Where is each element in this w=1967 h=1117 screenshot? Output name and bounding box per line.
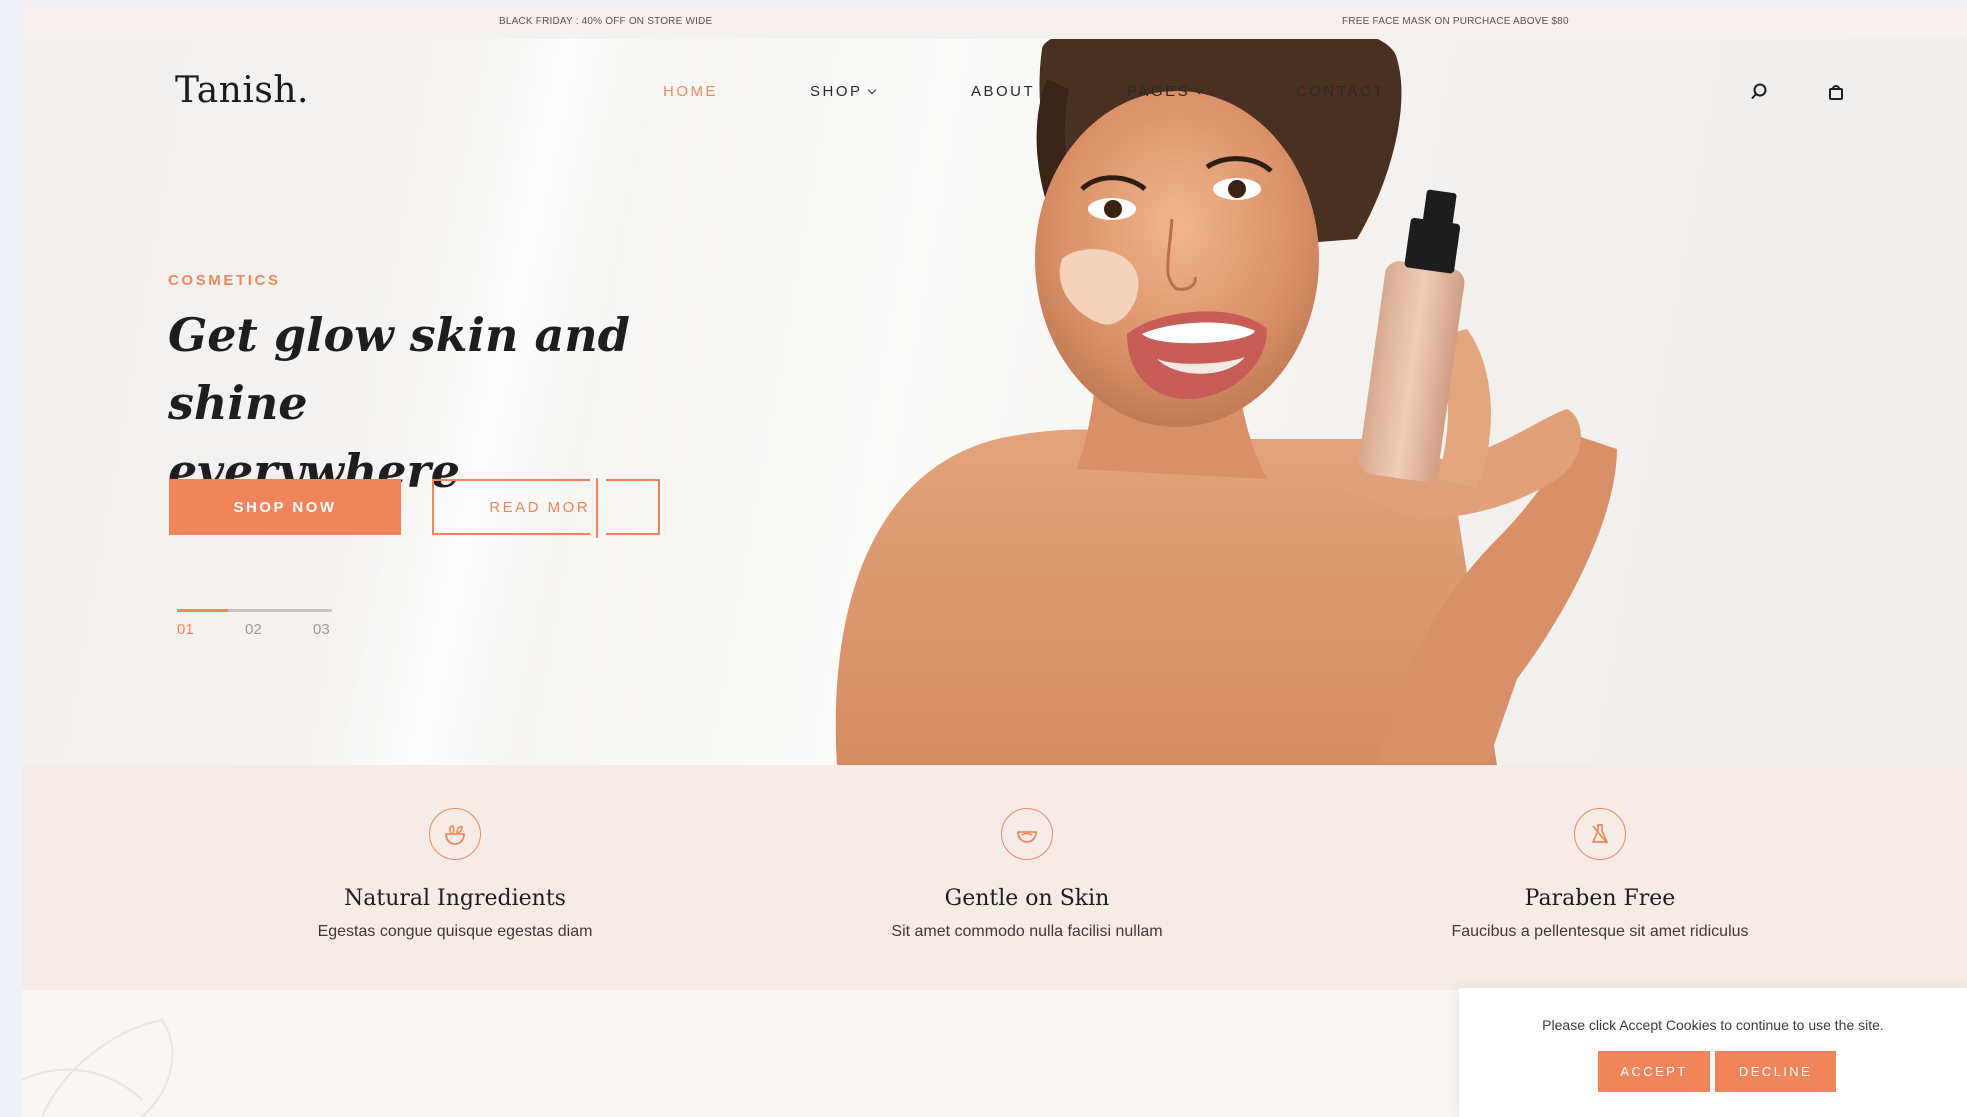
slider-progress xyxy=(177,609,229,612)
feature-paraben-free: Paraben Free Faucibus a pellentesque sit… xyxy=(1340,765,1860,990)
cookie-message: Please click Accept Cookies to continue … xyxy=(1542,1017,1884,1033)
shopping-bag-icon[interactable] xyxy=(1826,82,1846,102)
nav-contact-label: CONTACT xyxy=(1296,83,1385,100)
features-band: Natural Ingredients Egestas congue quisq… xyxy=(22,765,1967,990)
read-more-label: READ MORE xyxy=(489,498,603,516)
slide-dot-1[interactable]: 01 xyxy=(177,621,194,638)
bowl-of-herbs-icon xyxy=(429,808,481,860)
hero-eyebrow: COSMETICS xyxy=(168,272,281,289)
slider-pagination: 01 02 03 xyxy=(177,609,337,639)
announcement-right: FREE FACE MASK ON PURCHACE ABOVE $80 xyxy=(1342,16,1569,27)
nav-home-label: HOME xyxy=(663,83,718,100)
feature-title: Gentle on Skin xyxy=(944,886,1110,911)
feature-gentle-on-skin: Gentle on Skin Sit amet commodo nulla fa… xyxy=(767,765,1287,990)
nav-contact[interactable]: CONTACT xyxy=(1296,83,1385,100)
leaf-in-bowl-icon xyxy=(1001,808,1053,860)
read-more-button[interactable]: READ MORE xyxy=(432,478,660,538)
hero-headline-line1: Get glow skin and shine xyxy=(168,308,630,430)
feature-description: Sit amet commodo nulla facilisi nullam xyxy=(891,923,1163,940)
search-icon[interactable] xyxy=(1749,82,1769,102)
nav-pages[interactable]: PAGES xyxy=(1127,83,1204,100)
no-chemical-flask-icon xyxy=(1574,808,1626,860)
decline-cookies-button[interactable]: DECLINE xyxy=(1715,1051,1836,1092)
cookie-banner: Please click Accept Cookies to continue … xyxy=(1459,988,1967,1117)
page: BLACK FRIDAY : 40% OFF ON STORE WIDE FRE… xyxy=(22,6,1967,1117)
nav-shop-label: SHOP xyxy=(810,83,863,100)
main-nav: HOME SHOP ABOUT PAGES CONTACT xyxy=(22,83,1967,103)
feature-title: Paraben Free xyxy=(1524,886,1676,911)
button-border-accent xyxy=(596,478,598,538)
slide-dot-2[interactable]: 02 xyxy=(245,621,262,638)
nav-about[interactable]: ABOUT xyxy=(971,83,1035,100)
announcement-left: BLACK FRIDAY : 40% OFF ON STORE WIDE xyxy=(499,16,713,27)
shop-now-button[interactable]: SHOP NOW xyxy=(169,479,401,535)
hero-model-image xyxy=(835,39,1617,765)
chevron-down-icon xyxy=(867,85,876,94)
chevron-down-icon xyxy=(1194,85,1204,94)
nav-pages-label: PAGES xyxy=(1127,83,1191,100)
accept-cookies-button[interactable]: ACCEPT xyxy=(1598,1051,1710,1092)
feature-title: Natural Ingredients xyxy=(344,886,566,911)
announcement-bar: BLACK FRIDAY : 40% OFF ON STORE WIDE FRE… xyxy=(22,6,1967,39)
slide-dot-3[interactable]: 03 xyxy=(313,621,330,638)
floral-decoration-icon xyxy=(22,1018,174,1117)
nav-about-label: ABOUT xyxy=(971,83,1036,100)
nav-shop[interactable]: SHOP xyxy=(810,83,876,100)
button-border-gap xyxy=(590,478,606,538)
feature-description: Egestas congue quisque egestas diam xyxy=(317,923,593,940)
feature-description: Faucibus a pellentesque sit amet ridicul… xyxy=(1451,923,1749,940)
hero-section: Tanish. HOME SHOP ABOUT PAGES CONTACT CO… xyxy=(22,39,1967,765)
nav-home[interactable]: HOME xyxy=(663,83,718,100)
hero-headline: Get glow skin and shine everywhere xyxy=(168,301,728,505)
feature-natural-ingredients: Natural Ingredients Egestas congue quisq… xyxy=(195,765,715,990)
